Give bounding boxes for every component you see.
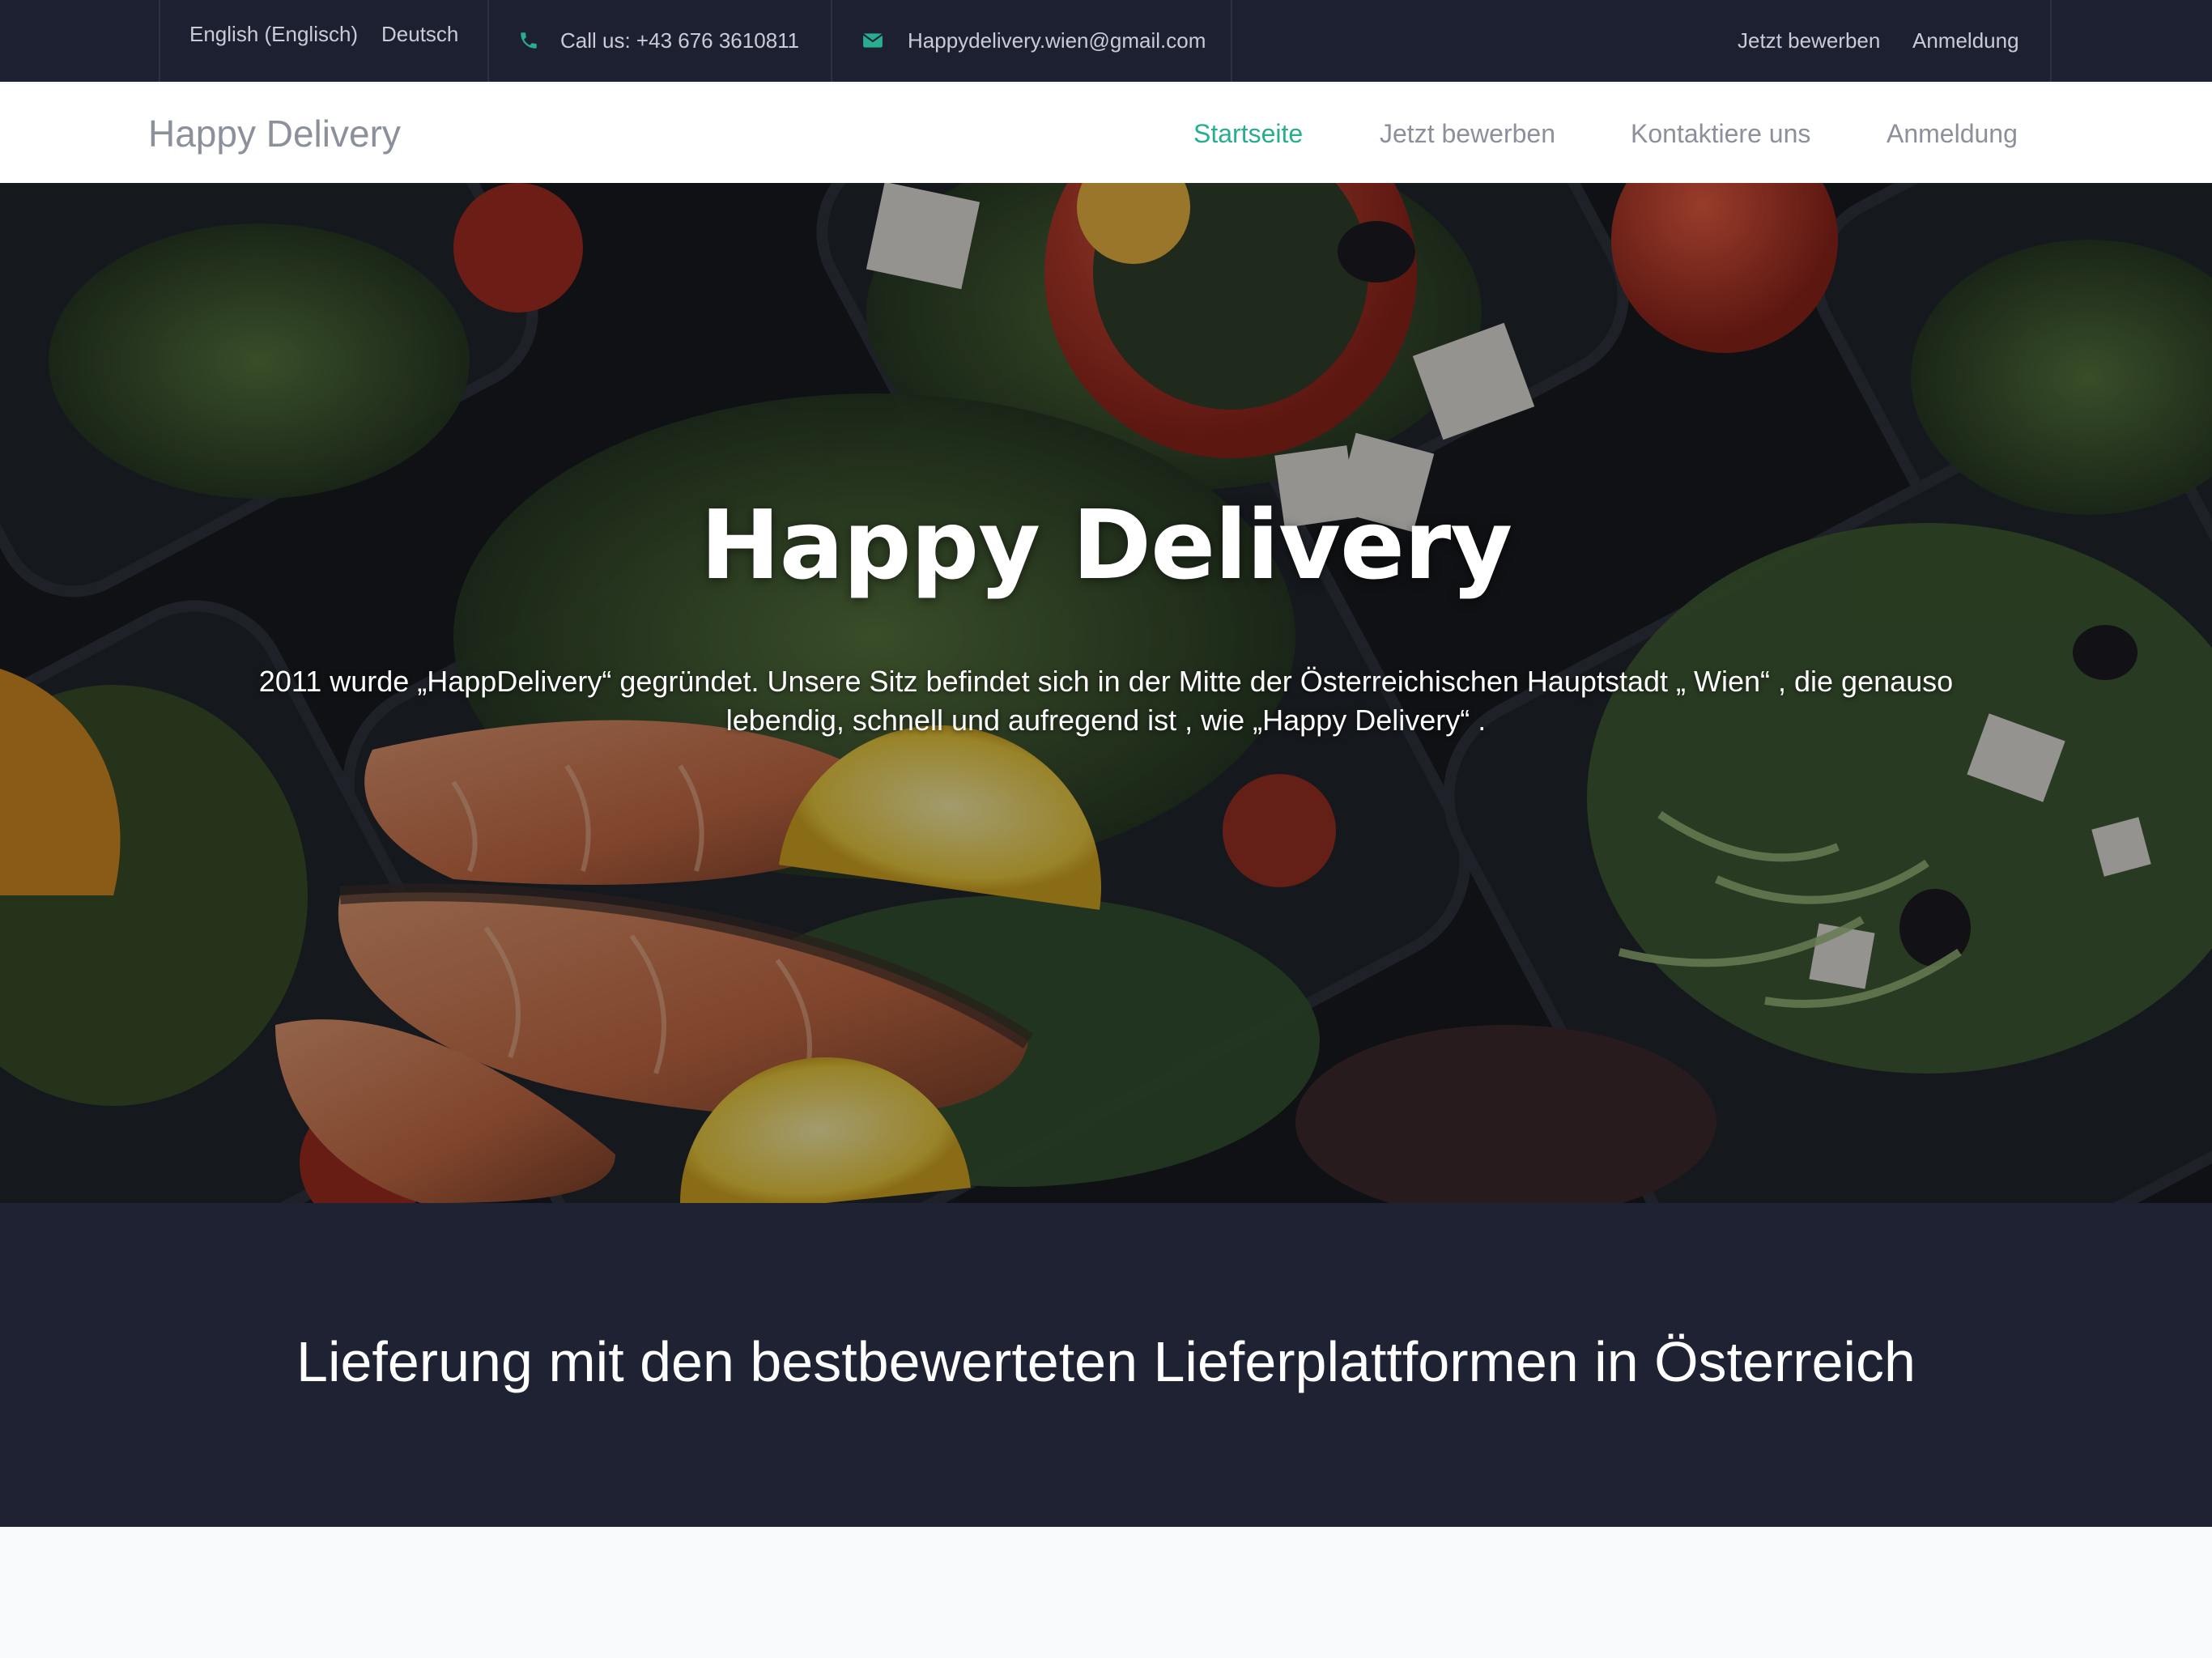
hero-title: Happy Delivery [700, 489, 1512, 601]
login-top-link[interactable]: Anmeldung [1912, 0, 2019, 82]
top-bar: English (Englisch) Deutsch Call us: +43 … [0, 0, 2212, 82]
nav-item-jetzt-bewerben[interactable]: Jetzt bewerben [1380, 84, 1555, 183]
brand-logo[interactable]: Happy Delivery [148, 84, 401, 183]
nav-item-anmeldung[interactable]: Anmeldung [1887, 84, 2018, 183]
divider [831, 0, 832, 82]
hero-description: 2011 wurde „HappDelivery“ gegründet. Uns… [258, 665, 1954, 737]
language-english-link[interactable]: English (Englisch) [189, 0, 358, 68]
language-german-link[interactable]: Deutsch [381, 0, 458, 68]
apply-top-link[interactable]: Jetzt bewerben [1738, 0, 1880, 82]
platforms-section: Lieferung mit den bestbewerteten Lieferp… [0, 1203, 2212, 1527]
phone-icon [518, 30, 539, 51]
divider [159, 0, 160, 82]
hero-section: Happy Delivery 2011 wurde „HappDelivery“… [0, 183, 2212, 1203]
content-section [0, 1527, 2212, 1658]
phone-number[interactable]: Call us: +43 676 3610811 [560, 0, 799, 82]
email-address[interactable]: Happydelivery.wien@gmail.com [908, 0, 1206, 82]
divider [487, 0, 489, 82]
envelope-icon [862, 30, 883, 51]
nav-item-startseite[interactable]: Startseite [1193, 84, 1303, 183]
divider [2050, 0, 2052, 82]
nav-item-kontaktiere-uns[interactable]: Kontaktiere uns [1631, 84, 1810, 183]
platforms-heading: Lieferung mit den bestbewerteten Lieferp… [296, 1330, 1916, 1393]
divider [1231, 0, 1232, 82]
main-navbar: Happy Delivery Startseite Jetzt bewerben… [0, 84, 2212, 183]
